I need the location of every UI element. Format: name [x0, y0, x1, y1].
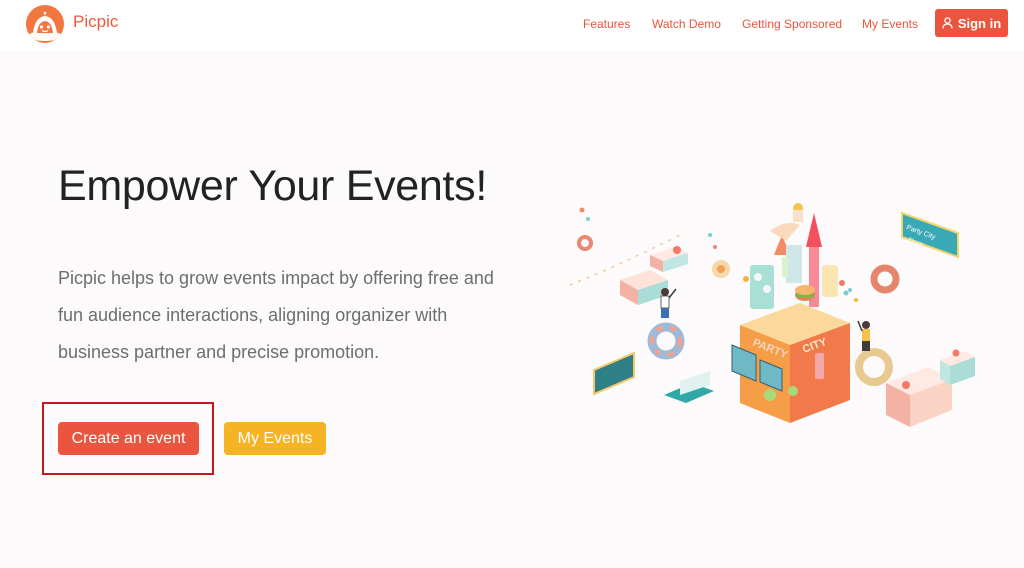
- hero-description-line-3: business partner and precise promotion.: [58, 342, 380, 362]
- sign-in-label: Sign in: [957, 15, 1002, 31]
- my-events-button[interactable]: My Events: [224, 422, 326, 455]
- nav-link-getting-sponsored[interactable]: Getting Sponsored: [742, 17, 842, 31]
- picpic-logo-icon[interactable]: [26, 5, 64, 43]
- hero-description-line-2: fun audience interactions, aligning orga…: [58, 305, 448, 325]
- user-icon: [942, 17, 953, 29]
- create-event-button[interactable]: Create an event: [58, 422, 199, 455]
- brand-name[interactable]: Picpic: [73, 12, 118, 32]
- nav-link-watch-demo[interactable]: Watch Demo: [652, 17, 721, 31]
- party-city-illustration: PARTY CITY Party City Picpic: [560, 195, 980, 435]
- nav-link-my-events[interactable]: My Events: [862, 17, 918, 31]
- nav-link-features[interactable]: Features: [583, 17, 630, 31]
- sign-in-button[interactable]: Sign in: [935, 9, 1008, 37]
- top-navbar: Picpic Features Watch Demo Getting Spons…: [0, 0, 1024, 50]
- hero-description-line-1: Picpic helps to grow events impact by of…: [58, 268, 494, 288]
- hero-title: Empower Your Events!: [58, 162, 488, 210]
